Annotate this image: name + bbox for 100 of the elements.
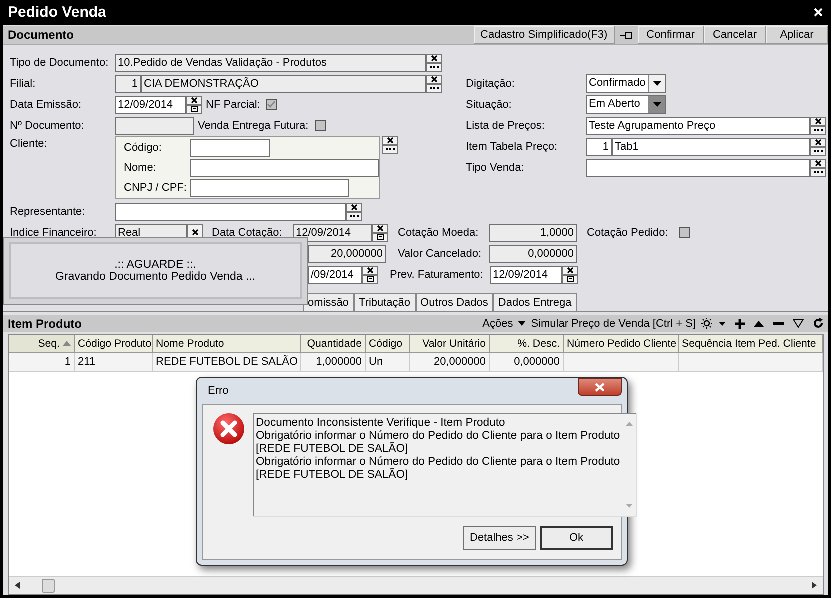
column-header[interactable]: Sequência Item Ped. Cliente [679, 335, 823, 352]
toolbar-button[interactable]: Confirmar [638, 26, 704, 44]
column-header[interactable]: Número Pedido Cliente [564, 335, 679, 352]
clear-button[interactable] [382, 136, 398, 145]
wait-message: Gravando Documento Pedido Venda ... [55, 270, 256, 282]
clear-button[interactable] [562, 266, 578, 274]
tab[interactable]: Dados Entrega [493, 293, 577, 311]
column-header[interactable]: Código Produto [75, 335, 153, 352]
panel-title: Item Produto [7, 316, 82, 330]
close-icon [190, 96, 198, 104]
tab[interactable]: omissão [303, 293, 354, 311]
dialog-title: Erro [208, 385, 229, 397]
caret-icon [518, 321, 526, 326]
ellipsis-icon [430, 86, 438, 90]
horizontal-scrollbar[interactable] [9, 576, 823, 594]
date-field[interactable]: 12/09/2014 [115, 96, 186, 114]
date-field[interactable]: 12/09/2014 [293, 224, 372, 242]
text-field[interactable] [190, 179, 349, 197]
sun-icon[interactable] [701, 318, 714, 329]
lookup-field[interactable]: Tab1 [612, 138, 810, 156]
clear-button[interactable] [346, 202, 362, 212]
close-icon [814, 118, 822, 124]
field-label: Data Emissão: [10, 98, 83, 110]
lookup-field[interactable]: 10.Pedido de Vendas Validação - Produtos [115, 54, 426, 72]
clear-button[interactable] [810, 158, 826, 168]
toolbar-button[interactable]: Cadastro Simplificado(F3) [474, 26, 615, 44]
calendar-icon [566, 276, 574, 282]
text-field[interactable] [115, 116, 194, 134]
close-icon [814, 160, 822, 166]
number-field[interactable]: 0,000000 [489, 244, 577, 262]
text-field[interactable] [190, 139, 270, 157]
field-label: Lista de Preços: [466, 120, 546, 132]
field-label: Nº Documento: [10, 120, 86, 132]
column-header[interactable]: Quantidade [301, 335, 366, 352]
message-line: Documento Inconsistente Verifique - Item Produto [256, 417, 506, 430]
number-field[interactable]: 20,000000 [308, 244, 386, 262]
toolbar-button[interactable]: Cancelar [704, 26, 766, 44]
clear-button[interactable] [810, 116, 826, 126]
clear-button[interactable] [362, 266, 378, 274]
close-icon [366, 266, 374, 274]
ellipsis-icon [814, 150, 822, 152]
lookup-field[interactable]: CIA DEMONSTRAÇÃO [141, 74, 426, 92]
calendar-icon [190, 106, 198, 112]
dialog-button[interactable]: Ok [540, 526, 613, 550]
clear-button[interactable] [810, 138, 826, 146]
ellipsis-icon [350, 214, 358, 218]
clear-button[interactable] [426, 74, 442, 84]
filter-icon[interactable] [793, 319, 804, 328]
tab[interactable]: Outros Dados [416, 293, 494, 311]
clear-button[interactable] [372, 224, 388, 232]
calendar-icon [366, 276, 374, 282]
date-field[interactable]: 12/09/2014 [490, 266, 562, 284]
close-icon[interactable] [814, 8, 823, 17]
section-title: Documento [7, 28, 74, 42]
lookup-field[interactable] [586, 158, 810, 176]
code-field[interactable]: 1 [115, 74, 141, 92]
ellipsis-icon [430, 66, 438, 68]
plus-icon[interactable] [735, 318, 745, 328]
clear-button[interactable] [186, 96, 202, 104]
field-label: Prev. Faturamento: [390, 268, 484, 280]
tab[interactable]: Tributação [354, 293, 416, 311]
simulate-button[interactable]: Simular Preço de Venda [Ctrl + S] [531, 318, 696, 330]
refresh-icon[interactable] [813, 318, 824, 329]
field-label: Código: [124, 142, 163, 154]
close-button[interactable] [578, 378, 622, 396]
scroll-thumb[interactable] [42, 578, 55, 592]
code-field[interactable]: 1 [586, 138, 612, 156]
up-arrow-icon[interactable] [754, 320, 764, 326]
field-label: Cotação Pedido: [587, 226, 670, 238]
right-arrow-icon[interactable] [812, 582, 817, 589]
column-header[interactable]: %. Desc. [490, 335, 564, 352]
message-line: [REDE FUTEBOL DE SALÃO] [256, 469, 410, 482]
column-header[interactable]: Seq. [9, 335, 75, 352]
dialog-button[interactable]: Detalhes >> [463, 526, 536, 550]
date-field[interactable]: /09/2014 [308, 266, 362, 284]
toolbar-button[interactable]: Aplicar [766, 26, 828, 44]
lookup-field[interactable] [115, 202, 346, 220]
field-label: Cotação Moeda: [398, 226, 480, 238]
text-field[interactable] [190, 159, 379, 177]
number-field[interactable]: 1,0000 [489, 224, 577, 242]
close-icon [430, 54, 438, 62]
window-title: Pedido Venda [8, 4, 106, 21]
field-label: Nome: [124, 162, 158, 174]
pin-icon[interactable] [620, 30, 633, 40]
dropdown[interactable]: Confirmado [586, 74, 666, 93]
column-header[interactable]: Nome Produto [153, 335, 301, 352]
table-cell: Un [366, 353, 410, 371]
caret-icon [652, 102, 662, 107]
more-button[interactable] [382, 145, 398, 154]
column-header[interactable]: Valor Unitário [410, 335, 490, 352]
close-icon [376, 224, 384, 232]
close-icon [814, 138, 822, 146]
lookup-field[interactable]: Teste Agrupamento Preço [586, 116, 810, 134]
field-label: Tipo de Documento: [10, 56, 110, 68]
actions-menu[interactable]: Ações [482, 318, 514, 330]
left-arrow-icon[interactable] [15, 582, 20, 589]
clear-button[interactable] [426, 54, 442, 62]
table-cell: 20,000000 [410, 353, 490, 371]
column-header[interactable]: Código [366, 335, 410, 352]
wait-message: .:: AGUARDE ::. [114, 258, 196, 270]
